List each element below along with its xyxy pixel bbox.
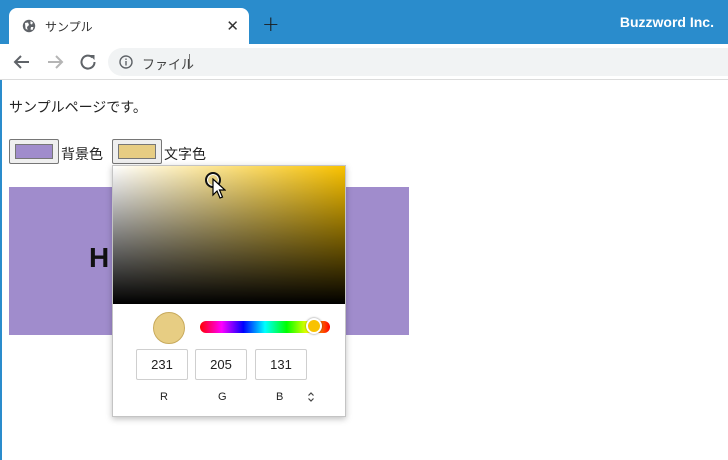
new-tab-button[interactable]: +	[262, 14, 280, 35]
info-icon[interactable]	[119, 55, 133, 69]
mouse-pointer-icon	[212, 178, 226, 199]
color-preview-swatch	[153, 312, 185, 344]
demo-heading: H	[89, 242, 110, 273]
g-label: G	[218, 391, 227, 403]
g-value-input[interactable]: 205	[195, 349, 247, 380]
globe-icon	[22, 19, 36, 33]
forward-icon[interactable]	[43, 50, 67, 74]
bg-color-swatch	[15, 144, 53, 159]
tab-sample[interactable]: サンプル ✕	[9, 8, 249, 44]
back-icon[interactable]	[10, 50, 34, 74]
tab-title: サンプル	[45, 20, 93, 34]
bg-color-label: 背景色	[61, 147, 103, 163]
hue-slider-thumb[interactable]	[306, 318, 322, 334]
address-text: ファイル	[142, 58, 195, 73]
text-caret	[189, 54, 190, 69]
bg-color-input[interactable]	[9, 139, 59, 164]
text-color-swatch	[118, 144, 156, 159]
window-edge	[0, 80, 2, 460]
browser-titlebar: サンプル ✕ + Buzzword Inc.	[0, 0, 728, 44]
browser-toolbar: ファイル	[0, 44, 728, 80]
page-paragraph: サンプルページです。	[9, 100, 147, 116]
r-value-input[interactable]: 231	[136, 349, 188, 380]
b-label: B	[276, 391, 284, 403]
b-value-input[interactable]: 131	[255, 349, 307, 380]
text-color-label: 文字色	[164, 147, 206, 163]
color-picker-popup: 231 205 131 R G B	[112, 165, 346, 417]
saturation-value-area[interactable]	[113, 166, 345, 304]
reload-icon[interactable]	[76, 50, 100, 74]
profile-brand: Buzzword Inc.	[619, 14, 714, 30]
format-toggle-icon[interactable]	[306, 391, 316, 403]
address-bar[interactable]: ファイル	[108, 48, 728, 76]
r-label: R	[160, 391, 168, 403]
text-color-input[interactable]	[112, 139, 162, 164]
close-icon[interactable]: ✕	[226, 18, 239, 34]
